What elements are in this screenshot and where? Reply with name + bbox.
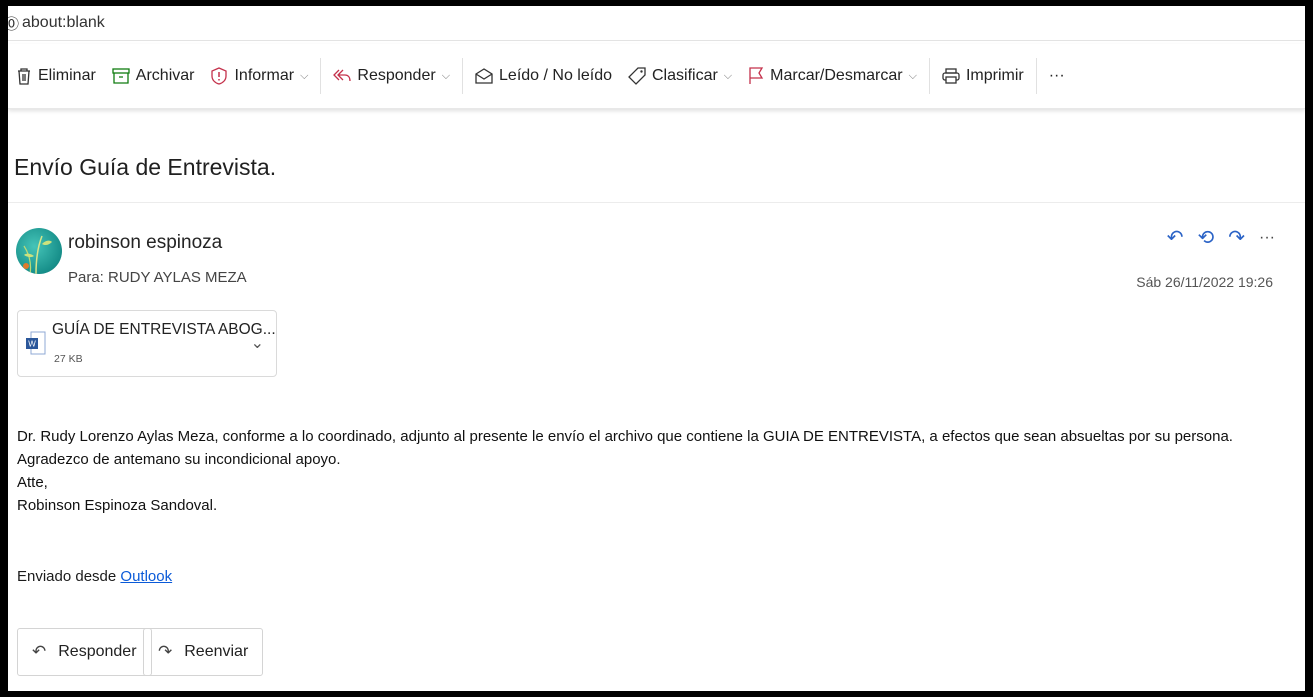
chevron-down-icon: ⌵ [908,69,917,82]
message-toolbar: Eliminar Archivar Informar ⌵ Responder ⌵… [8,44,1305,109]
trash-icon [18,68,30,85]
address-bar[interactable]: ⓪ about:blank [8,6,1305,41]
chevron-down-icon: ⌵ [441,69,451,82]
divider [8,202,1305,203]
printer-icon [942,68,960,84]
chevron-down-icon: ⌵ [723,69,733,82]
reply-all-icon [333,69,352,82]
reply-all-icon[interactable]: ⟲ [1197,225,1214,250]
sent-date: Sáb 26/11/2022 19:26 [1136,274,1273,290]
delete-button[interactable]: Eliminar [8,58,104,94]
info-icon: ⓪ [8,15,20,33]
report-button[interactable]: Informar ⌵ [202,58,316,94]
message-actions: ↶ ⟲ ↷ ··· [1167,225,1275,250]
flag-button[interactable]: Marcar/Desmarcar ⌵ [740,58,925,94]
chevron-down-icon: ⌵ [300,69,309,82]
sender-name[interactable]: robinson espinoza [68,232,222,254]
reply-icon[interactable]: ↶ [1167,225,1184,250]
outlook-link[interactable]: Outlook [120,568,172,585]
word-document-icon: W [26,331,46,355]
toolbar-divider [320,58,322,94]
attachment-name: GUÍA DE ENTREVISTA ABOG... [52,321,276,338]
chevron-down-icon[interactable]: ⌄ [251,333,264,353]
toolbar-divider [462,58,464,94]
forward-icon[interactable]: ↷ [1228,225,1245,250]
body-line: Dr. Rudy Lorenzo Aylas Meza, conforme a … [17,428,1233,445]
attachment-size: 27 KB [54,353,83,365]
archive-button[interactable]: Archivar [104,58,203,94]
body-line: Atte, [17,474,48,491]
signature: Enviado desde Outlook [17,568,173,585]
tag-icon [628,67,646,85]
toolbar-divider [1035,58,1037,94]
reply-icon: ↶ [32,642,47,661]
svg-text:W: W [28,340,36,349]
more-icon[interactable]: ··· [1259,229,1275,247]
archive-icon [112,68,130,84]
plant-image-icon [23,235,52,274]
url-text: about:blank [22,14,105,31]
read-unread-button[interactable]: Leído / No leído [467,58,620,94]
email-subject: Envío Guía de Entrevista. [14,154,277,180]
body-line: Robinson Espinoza Sandoval. [17,497,218,514]
categorize-button[interactable]: Clasificar ⌵ [620,58,740,94]
forward-button[interactable]: ↷ Reenviar [143,628,264,676]
flag-icon [749,67,764,84]
email-window: ⓪ about:blank Eliminar Archivar Informar… [8,6,1305,691]
avatar[interactable] [16,228,62,274]
forward-icon: ↷ [158,642,173,661]
shield-alert-icon [211,67,228,85]
print-button[interactable]: Imprimir [934,58,1032,94]
body-line: Agradezco de antemano su incondicional a… [17,451,341,468]
reply-button[interactable]: ↶ Responder [17,628,152,676]
reply-dropdown-button[interactable]: Responder ⌵ [325,58,458,94]
more-actions-button[interactable]: ··· [1041,58,1073,94]
envelope-open-icon [475,68,493,84]
recipient-line: Para: RUDY AYLAS MEZA [68,269,247,286]
email-body: Dr. Rudy Lorenzo Aylas Meza, conforme a … [17,425,1233,517]
attachment-card[interactable]: W GUÍA DE ENTREVISTA ABOG... 27 KB ⌄ [17,310,277,377]
toolbar-divider [928,58,930,94]
